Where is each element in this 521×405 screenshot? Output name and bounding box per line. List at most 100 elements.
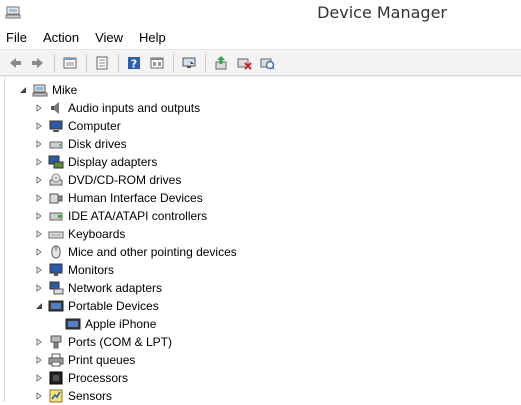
properties-button[interactable] [59, 52, 81, 74]
scan-hardware-button[interactable] [256, 52, 278, 74]
menu-file[interactable]: File [0, 28, 35, 48]
mouse-icon [48, 244, 64, 260]
tree-item-label: Display adapters [68, 155, 158, 169]
tree-item-label: Disk drives [68, 137, 127, 151]
portable-device-icon [48, 298, 64, 314]
uninstall-button[interactable] [233, 52, 255, 74]
expand-arrow-icon[interactable] [33, 156, 45, 168]
tree-root[interactable]: Mike [17, 81, 77, 99]
expand-arrow-icon[interactable] [33, 246, 45, 258]
tree-item-dvd-drives[interactable]: DVD/CD-ROM drives [33, 171, 181, 189]
forward-button[interactable] [27, 52, 49, 74]
tree-item-mice[interactable]: Mice and other pointing devices [33, 243, 237, 261]
tree-item-network-adapters[interactable]: Network adapters [33, 279, 162, 297]
tree-item-apple-iphone[interactable]: Apple iPhone [65, 315, 156, 333]
menu-bar: File Action View Help [0, 27, 521, 49]
network-adapter-icon [48, 280, 64, 296]
speaker-icon [48, 100, 64, 116]
menu-view[interactable]: View [87, 28, 131, 48]
tree-item-keyboards[interactable]: Keyboards [33, 225, 125, 243]
expand-arrow-icon[interactable] [33, 210, 45, 222]
list-icon [96, 56, 108, 69]
tree-item-label: Human Interface Devices [68, 191, 203, 205]
help-button[interactable]: ? [123, 52, 145, 74]
hid-icon [48, 190, 64, 206]
tree-item-label: Apple iPhone [85, 317, 157, 331]
expand-arrow-icon[interactable] [33, 102, 45, 114]
tree-item-human-interface-devices[interactable]: Human Interface Devices [33, 189, 203, 207]
tree-item-label: Monitors [68, 263, 115, 277]
toolbar-separator [54, 53, 55, 72]
properties-icon [63, 57, 77, 68]
tree-item-monitors[interactable]: Monitors [33, 261, 114, 279]
menu-action[interactable]: Action [35, 28, 87, 48]
expand-arrow-icon[interactable] [33, 372, 45, 384]
tree-item-portable-devices[interactable]: Portable Devices [33, 297, 159, 315]
uninstall-icon [237, 58, 252, 70]
update-driver-icon [215, 55, 227, 69]
list-button[interactable] [91, 52, 113, 74]
device-tree: Mike Audio inputs and outputs Computer D… [4, 77, 521, 405]
tree-item-disk-drives[interactable]: Disk drives [33, 135, 127, 153]
tree-item-computer[interactable]: Computer [33, 117, 121, 135]
tree-item-processors[interactable]: Processors [33, 369, 128, 387]
scan-hardware-icon [260, 58, 275, 70]
forward-icon [32, 57, 43, 68]
tree-item-label: Mice and other pointing devices [68, 245, 237, 259]
keyboard-icon [48, 226, 64, 242]
tree-item-label: Network adapters [68, 281, 163, 295]
view-button[interactable] [146, 52, 168, 74]
display-adapter-icon [48, 154, 64, 170]
tree-item-sensors[interactable]: Sensors [33, 387, 112, 405]
title-bar: Device Manager [0, 0, 521, 27]
tree-item-audio[interactable]: Audio inputs and outputs [33, 99, 200, 117]
window-title: Device Manager [317, 3, 447, 22]
ide-controller-icon [48, 208, 64, 224]
menu-help[interactable]: Help [131, 28, 174, 48]
expand-arrow-icon[interactable] [33, 264, 45, 276]
monitor-icon [182, 57, 196, 68]
display-button[interactable] [178, 52, 200, 74]
tree-item-label: IDE ATA/ATAPI controllers [68, 209, 208, 223]
tree-item-ports[interactable]: Ports (COM & LPT) [33, 333, 172, 351]
tree-item-label: DVD/CD-ROM drives [68, 173, 182, 187]
tree-item-display-adapters[interactable]: Display adapters [33, 153, 157, 171]
tree-item-ide-controllers[interactable]: IDE ATA/ATAPI controllers [33, 207, 207, 225]
collapse-arrow-icon[interactable] [17, 84, 29, 96]
svg-text:?: ? [131, 57, 137, 70]
expand-arrow-icon[interactable] [33, 390, 45, 402]
help-icon: ? [128, 56, 140, 70]
expand-arrow-icon[interactable] [33, 120, 45, 132]
view-icon [150, 57, 164, 68]
update-driver-button[interactable] [210, 52, 232, 74]
expand-arrow-icon[interactable] [33, 354, 45, 366]
tree-item-label: Ports (COM & LPT) [68, 335, 173, 349]
back-button[interactable] [4, 52, 26, 74]
processor-icon [48, 370, 64, 386]
device-tree-panel: Mike Audio inputs and outputs Computer D… [0, 76, 521, 405]
toolbar-separator [205, 53, 206, 72]
tree-item-label: Processors [68, 371, 129, 385]
disk-drive-icon [48, 136, 64, 152]
tree-item-print-queues[interactable]: Print queues [33, 351, 135, 369]
toolbar-separator [118, 53, 119, 72]
toolbar-separator [86, 53, 87, 72]
collapse-arrow-icon[interactable] [33, 300, 45, 312]
expand-arrow-icon[interactable] [33, 174, 45, 186]
sensor-icon [48, 388, 64, 404]
printer-icon [48, 352, 64, 368]
computer-root-icon [32, 82, 48, 98]
expand-arrow-icon[interactable] [33, 336, 45, 348]
tree-root-label: Mike [52, 83, 78, 97]
expand-arrow-icon[interactable] [33, 228, 45, 240]
toolbar: ? [0, 49, 521, 76]
tree-item-label: Audio inputs and outputs [68, 101, 201, 115]
expand-arrow-icon[interactable] [33, 192, 45, 204]
tree-item-label: Keyboards [68, 227, 126, 241]
monitor-icon [48, 262, 64, 278]
tree-item-label: Print queues [68, 353, 136, 367]
tree-item-label: Portable Devices [68, 299, 159, 313]
expand-arrow-icon[interactable] [33, 138, 45, 150]
expand-arrow-icon[interactable] [33, 282, 45, 294]
computer-icon [48, 118, 64, 134]
